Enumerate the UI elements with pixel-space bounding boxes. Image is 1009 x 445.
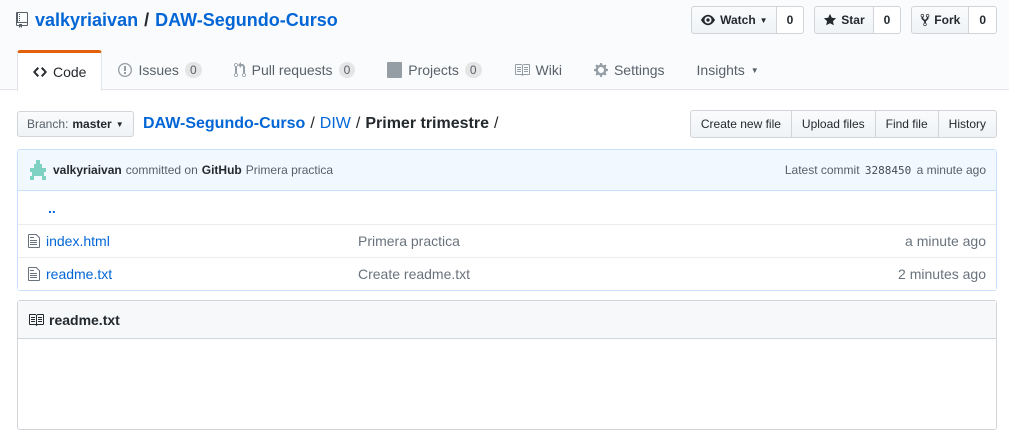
star-icon — [824, 13, 837, 26]
readme-header: readme.txt — [18, 301, 996, 339]
latest-commit: valkyriaivan committed on GitHub Primera… — [18, 150, 996, 191]
file-commit-message-link[interactable]: Primera practica — [358, 233, 460, 249]
repo-owner-link[interactable]: valkyriaivan — [35, 9, 138, 31]
file-actions: Create new file Upload files Find file H… — [689, 110, 997, 138]
fork-group: Fork 0 — [911, 6, 997, 34]
file-icon — [28, 267, 40, 281]
fork-count[interactable]: 0 — [969, 6, 997, 34]
fork-label: Fork — [934, 13, 961, 27]
commit-sha-link[interactable]: 3288450 — [865, 164, 911, 177]
breadcrumb-current: Primer trimestre — [365, 115, 489, 132]
file-commit-message-link[interactable]: Create readme.txt — [358, 266, 470, 282]
breadcrumb-root-link[interactable]: DAW-Segundo-Curso — [143, 113, 305, 135]
commit-author-link[interactable]: valkyriaivan — [53, 163, 122, 177]
pull-requests-counter: 0 — [338, 62, 356, 78]
find-file-button[interactable]: Find file — [874, 110, 939, 138]
code-icon — [33, 67, 47, 77]
commit-platform: GitHub — [201, 163, 242, 177]
file-list: .. index.html Primera practica a minute … — [18, 191, 996, 290]
issues-counter: 0 — [184, 62, 202, 78]
caret-down-icon: ▼ — [115, 119, 124, 129]
create-new-file-button[interactable]: Create new file — [689, 110, 792, 138]
repo-tabs: Code Issues 0 Pull requests 0 Projects 0… — [17, 49, 775, 91]
parent-dir-link[interactable]: .. — [48, 200, 56, 216]
tab-wiki-label: Wiki — [535, 62, 562, 78]
repo-header: valkyriaivan / DAW-Segundo-Curso Watch ▼… — [0, 0, 1009, 91]
file-age: a minute ago — [905, 233, 986, 249]
history-button[interactable]: History — [937, 110, 997, 138]
book-icon — [29, 313, 44, 326]
caret-down-icon: ▼ — [750, 65, 759, 75]
fork-icon — [920, 13, 930, 27]
breadcrumb: DAW-Segundo-Curso / DIW / Primer trimest… — [143, 113, 503, 135]
tab-insights-label: Insights — [696, 62, 745, 78]
tab-projects[interactable]: Projects 0 — [371, 49, 497, 90]
readme-title: readme.txt — [49, 311, 120, 328]
upload-files-button[interactable]: Upload files — [790, 110, 876, 138]
branch-select-button[interactable]: Branch: master ▼ — [17, 111, 134, 137]
breadcrumb-separator: / — [310, 115, 315, 132]
book-icon — [514, 64, 530, 76]
breadcrumb-trailing-separator: / — [493, 115, 499, 132]
pull-request-icon — [233, 62, 246, 78]
file-name-link[interactable]: index.html — [46, 233, 361, 249]
gear-icon — [593, 63, 608, 77]
watch-count[interactable]: 0 — [776, 6, 805, 34]
breadcrumb-dir-link[interactable]: DIW — [320, 113, 351, 135]
fork-button[interactable]: Fork — [911, 6, 970, 34]
issue-icon — [118, 63, 133, 77]
repo-title: valkyriaivan / DAW-Segundo-Curso — [16, 9, 338, 31]
commit-message-link[interactable]: Primera practica — [246, 163, 333, 177]
tab-code[interactable]: Code — [17, 50, 103, 91]
tab-settings[interactable]: Settings — [578, 49, 681, 90]
title-separator: / — [144, 10, 150, 30]
breadcrumb-separator: / — [355, 115, 361, 132]
tab-settings-label: Settings — [613, 62, 665, 78]
file-age: 2 minutes ago — [898, 266, 986, 282]
tab-wiki[interactable]: Wiki — [498, 49, 578, 90]
projects-counter: 0 — [464, 62, 482, 78]
branch-prefix: Branch: — [27, 117, 69, 131]
star-count[interactable]: 0 — [873, 6, 902, 34]
star-label: Star — [841, 13, 865, 27]
branch-name: master — [72, 117, 112, 131]
table-row: index.html Primera practica a minute ago — [18, 224, 996, 257]
project-icon — [387, 62, 403, 78]
repo-actions: Watch ▼ 0 Star 0 Fork 0 — [691, 6, 997, 34]
parent-dir-row[interactable]: .. — [18, 191, 996, 224]
watch-button[interactable]: Watch ▼ — [691, 6, 777, 34]
tab-pull-requests-label: Pull requests — [251, 62, 333, 78]
watch-group: Watch ▼ 0 — [691, 6, 805, 34]
tab-insights[interactable]: Insights ▼ — [681, 49, 775, 90]
star-button[interactable]: Star — [814, 6, 874, 34]
readme-box: readme.txt — [17, 300, 997, 430]
latest-commit-label: Latest commit — [784, 163, 860, 177]
star-group: Star 0 — [814, 6, 902, 34]
tab-issues-label: Issues — [138, 62, 179, 78]
repo-name-link[interactable]: DAW-Segundo-Curso — [155, 9, 338, 31]
eye-icon — [701, 14, 716, 26]
commit-age: a minute ago — [916, 163, 986, 177]
tab-pull-requests[interactable]: Pull requests 0 — [218, 49, 372, 90]
file-name-link[interactable]: readme.txt — [46, 266, 361, 282]
table-row: readme.txt Create readme.txt 2 minutes a… — [18, 257, 996, 290]
tab-issues[interactable]: Issues 0 — [102, 49, 217, 90]
commit-meta: Latest commit 3288450 a minute ago — [785, 163, 986, 177]
caret-down-icon: ▼ — [759, 15, 768, 25]
tab-code-label: Code — [53, 64, 87, 80]
avatar[interactable] — [28, 160, 48, 180]
commit-middle-text: committed on — [125, 163, 198, 177]
tab-projects-label: Projects — [408, 62, 459, 78]
file-icon — [28, 234, 40, 248]
repo-icon — [16, 12, 28, 28]
commit-file-box: valkyriaivan committed on GitHub Primera… — [17, 149, 997, 291]
watch-label: Watch — [720, 13, 756, 27]
file-navigation: Branch: master ▼ DAW-Segundo-Curso / DIW… — [17, 110, 997, 138]
